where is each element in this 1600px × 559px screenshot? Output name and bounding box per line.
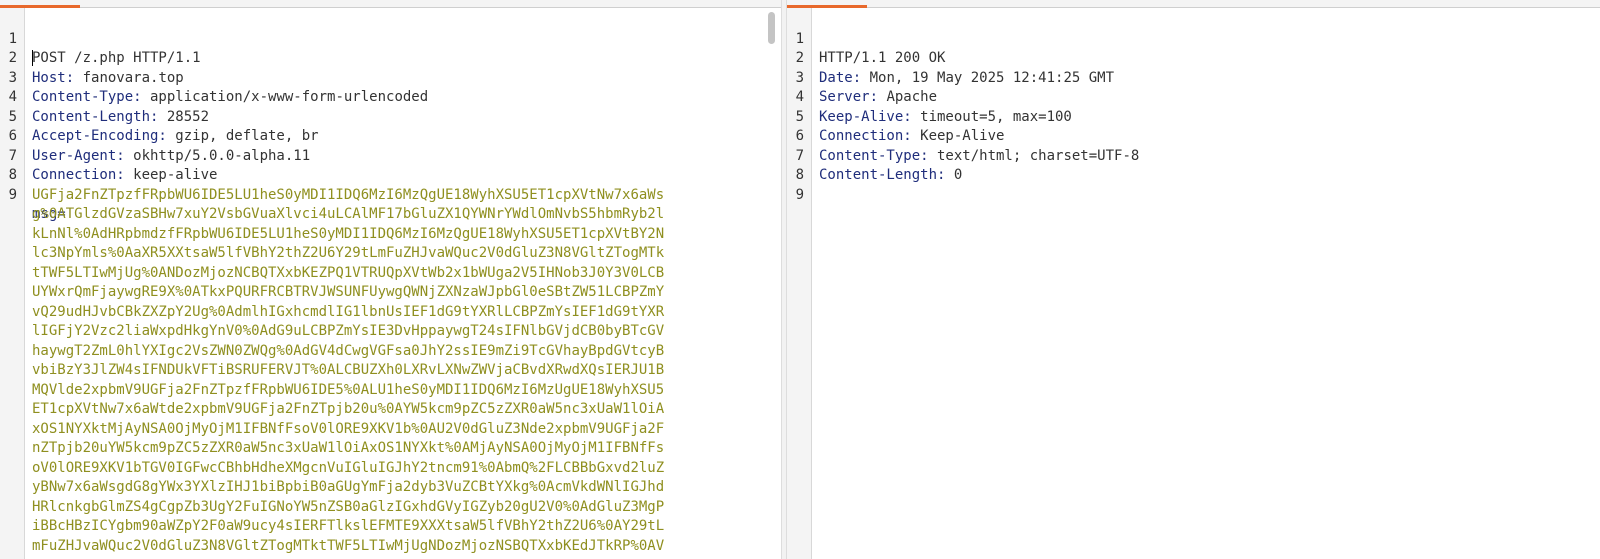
body-line[interactable]: lc3NpYmls%0AaXR5XXtsaW5lfVBhY2thZ2U6Y29t… [0,244,781,264]
body-line[interactable]: haywgT2ZmL0hlYXIgc2VsZWN0ZWQg%0AdGV4dCwg… [0,342,781,362]
body-text[interactable]: nZTpjb20uYW5kcm9pZC5zZXR0aW5nc3xUaW1lOiA… [32,439,664,459]
body-text[interactable]: HRlcnkgbGlmZS4gCgpZb3UgY2FuIGNoYW5nZSB0a… [32,498,664,518]
header-row[interactable]: 3 Server: Apache [787,49,1600,106]
body-line[interactable]: xOS1NYXktMjAyNSA0OjMyOjM1IFBNfFsoV0lORE9… [0,420,781,440]
body-text[interactable]: lIGFjY2Vzc2liaWxpdHkgYnV0%0AdG9uLCBPZmYs… [32,322,664,342]
http-message-viewer: 1 POST /z.php HTTP/1.1 2 Host: fanovara.… [0,0,1600,559]
header-row[interactable]: 2 Date: Mon, 19 May 2025 12:41:25 GMT [787,30,1600,86]
body-line[interactable]: UGFja2FnZTpzfFRpbWU6IDE5LU1heS0yMDI1IDQ6… [0,186,781,206]
body-line[interactable]: iBBcHBzICYgbm90aWZpY2F0aW9ucy4sIERFTlksl… [0,517,781,537]
body-line[interactable]: UYWxrQmFjaywgRE9X%0ATkxPQURFRCBTRVJWSUNF… [0,283,781,303]
header-row[interactable]: 4 Content-Length: 28552 [0,69,781,125]
body-text[interactable]: lc3NpYmls%0AaXR5XXtsaW5lfVBhY2thZ2U6Y29t… [32,244,664,264]
body-line[interactable]: MQVlde2xpbmV9UGFja2FnZTpzfFRpbWU6IDE5%0A… [0,381,781,401]
header-row[interactable]: 6 Content-Type: text/html; charset=UTF-8 [787,108,1600,164]
request-body[interactable]: UGFja2FnZTpzfFRpbWU6IDE5LU1heS0yMDI1IDQ6… [0,186,781,557]
response-tab-strip [787,0,1600,8]
body-text[interactable]: haywgT2ZmL0hlYXIgc2VsZWN0ZWQg%0AdGV4dCwg… [32,342,664,362]
request-tab-strip [0,0,781,8]
header-row[interactable]: 6 User-Agent: okhttp/5.0.0-alpha.11 [0,108,781,164]
body-text[interactable]: vbiBzY3JlZW4sIFNDUkVFTiBSRUFERVJT%0ALCBU… [32,361,664,381]
vertical-scrollbar[interactable] [768,12,775,44]
body-text[interactable]: kLnNl%0AdHRpbmdzfFRpbWU6IDE5LU1heS0yMDI1… [32,225,664,245]
body-text[interactable]: vQ29udHJvbCBkZXZpY2Ug%0AdmlhIGxhcmdlIG1l… [32,303,664,323]
body-line[interactable]: oV0lORE9XKV1bTGV0IGFwcCBhbHdheXMgcnVuIGl… [0,459,781,479]
blank-row[interactable]: 8 [787,147,1600,183]
header-row[interactable]: 7 Connection: keep-alive [0,127,781,184]
body-text[interactable]: iBBcHBzICYgbm90aWZpY2F0aW9ucy4sIERFTlksl… [32,517,664,537]
blank-row[interactable]: 8 [0,147,781,183]
body-text[interactable]: oV0lORE9XKV1bTGV0IGFwcCBhbHdheXMgcnVuIGl… [32,459,664,479]
body-line[interactable]: HRlcnkgbGlmZS4gCgpZb3UgY2FuIGNoYW5nZSB0a… [0,498,781,518]
blank-row[interactable]: 9 [787,166,1600,203]
body-text[interactable]: xOS1NYXktMjAyNSA0OjMyOjM1IFBNfFsoV0lORE9… [32,420,664,440]
body-line[interactable]: lIGFjY2Vzc2liaWxpdHkgYnV0%0AdG9uLCBPZmYs… [0,322,781,342]
body-line[interactable]: ET1cpXVtNw7x6aWtde2xpbmV9UGFja2FnZTpjb20… [0,400,781,420]
body-text[interactable]: tTWF5LTIwMjUg%0ANDozMjozNCBQTXxbKEZPQ1VT… [32,264,664,284]
header-row[interactable]: 7 Content-Length: 0 [787,127,1600,184]
response-editor[interactable]: 1 HTTP/1.1 200 OK 2 Date: Mon, 19 May 20… [787,0,1600,559]
body-text[interactable]: MQVlde2xpbmV9UGFja2FnZTpzfFRpbWU6IDE5%0A… [32,381,664,401]
body-text[interactable]: g%0ATGlzdGVzaSBHw7xuY2VsbGVuaXlvci4uLCAl… [32,205,664,225]
line-number: 9 [795,186,804,203]
body-text[interactable]: UYWxrQmFjaywgRE9X%0ATkxPQURFRCBTRVJWSUNF… [32,283,664,303]
body-line[interactable]: tTWF5LTIwMjUg%0ANDozMjozNCBQTXxbKEZPQ1VT… [0,264,781,284]
request-lines[interactable]: 1 POST /z.php HTTP/1.1 2 Host: fanovara.… [0,10,781,556]
body-line[interactable]: nZTpjb20uYW5kcm9pZC5zZXR0aW5nc3xUaW1lOiA… [0,439,781,459]
body-line[interactable]: g%0ATGlzdGVzaSBHw7xuY2VsbGVuaXlvci4uLCAl… [0,205,781,225]
body-line[interactable]: yBNw7x6aWsgdG8gYWx3YXlzIHJ1biBpbiB0aGUgY… [0,478,781,498]
header-row[interactable]: 4 Keep-Alive: timeout=5, max=100 [787,69,1600,125]
body-line[interactable]: vQ29udHJvbCBkZXZpY2Ug%0AdmlhIGxhcmdlIG1l… [0,303,781,323]
body-line[interactable]: kLnNl%0AdHRpbmdzfFRpbWU6IDE5LU1heS0yMDI1… [0,225,781,245]
body-text[interactable]: ET1cpXVtNw7x6aWtde2xpbmV9UGFja2FnZTpjb20… [32,400,664,420]
body-param-row[interactable]: 9 msg= [0,166,781,223]
header-row[interactable]: 5 Connection: Keep-Alive [787,88,1600,145]
response-lines[interactable]: 1 HTTP/1.1 200 OK 2 Date: Mon, 19 May 20… [787,10,1600,203]
header-row[interactable]: 5 Accept-Encoding: gzip, deflate, br [0,88,781,145]
request-line-row[interactable]: 1 POST /z.php HTTP/1.1 [0,10,781,66]
body-text[interactable]: UGFja2FnZTpzfFRpbWU6IDE5LU1heS0yMDI1IDQ6… [32,186,664,206]
header-row[interactable]: 2 Host: fanovara.top [0,30,781,86]
body-text[interactable]: mFuZHJvaWQuc2V0dGluZ3N8VGltZTogMTktTWF5L… [32,537,664,557]
header-row[interactable]: 3 Content-Type: application/x-www-form-u… [0,49,781,106]
status-line-row[interactable]: 1 HTTP/1.1 200 OK [787,10,1600,67]
request-editor[interactable]: 1 POST /z.php HTTP/1.1 2 Host: fanovara.… [0,0,781,559]
body-line[interactable]: vbiBzY3JlZW4sIFNDUkVFTiBSRUFERVJT%0ALCBU… [0,361,781,381]
body-line[interactable]: mFuZHJvaWQuc2V0dGluZ3N8VGltZTogMTktTWF5L… [0,537,781,557]
body-text[interactable]: yBNw7x6aWsgdG8gYWx3YXlzIHJ1biBpbiB0aGUgY… [32,478,664,498]
